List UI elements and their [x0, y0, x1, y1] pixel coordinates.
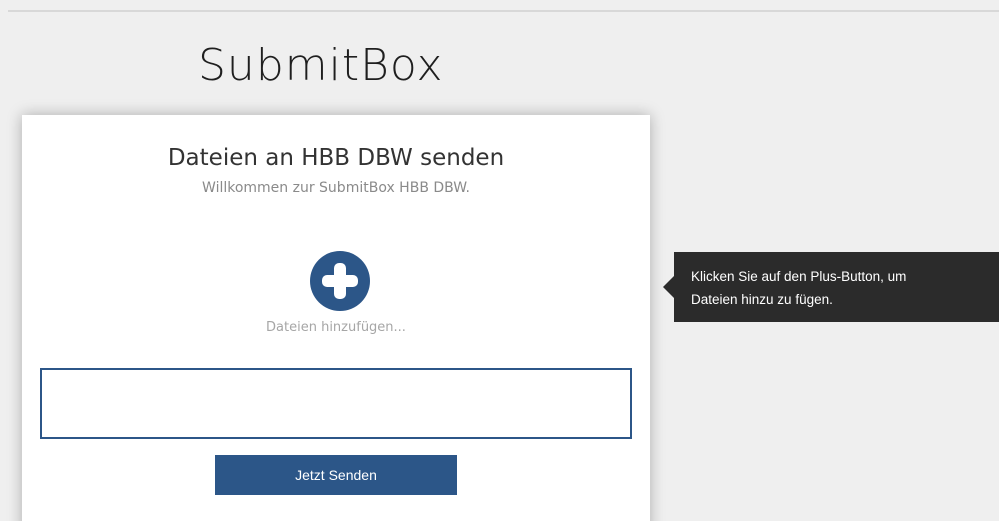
help-tooltip: Klicken Sie auf den Plus-Button, um Date… — [674, 252, 999, 322]
card-title: Dateien an HBB DBW senden — [167, 145, 505, 171]
file-list-box[interactable] — [40, 368, 632, 439]
tooltip-line-1: Klicken Sie auf den Plus-Button, um — [691, 269, 907, 284]
app-title: SubmitBox — [198, 40, 444, 91]
add-files-label[interactable]: Dateien hinzufügen... — [22, 320, 650, 335]
tooltip-line-2: Dateien hinzu zu fügen. — [691, 292, 833, 307]
send-now-button[interactable]: Jetzt Senden — [215, 455, 457, 495]
add-files-button[interactable] — [310, 251, 370, 311]
card-subtitle: Willkommen zur SubmitBox HBB DBW. — [202, 180, 470, 196]
tooltip-arrow — [663, 276, 674, 298]
upload-card: Dateien an HBB DBW senden Willkommen zur… — [22, 115, 650, 521]
plus-circle-icon — [322, 263, 358, 299]
